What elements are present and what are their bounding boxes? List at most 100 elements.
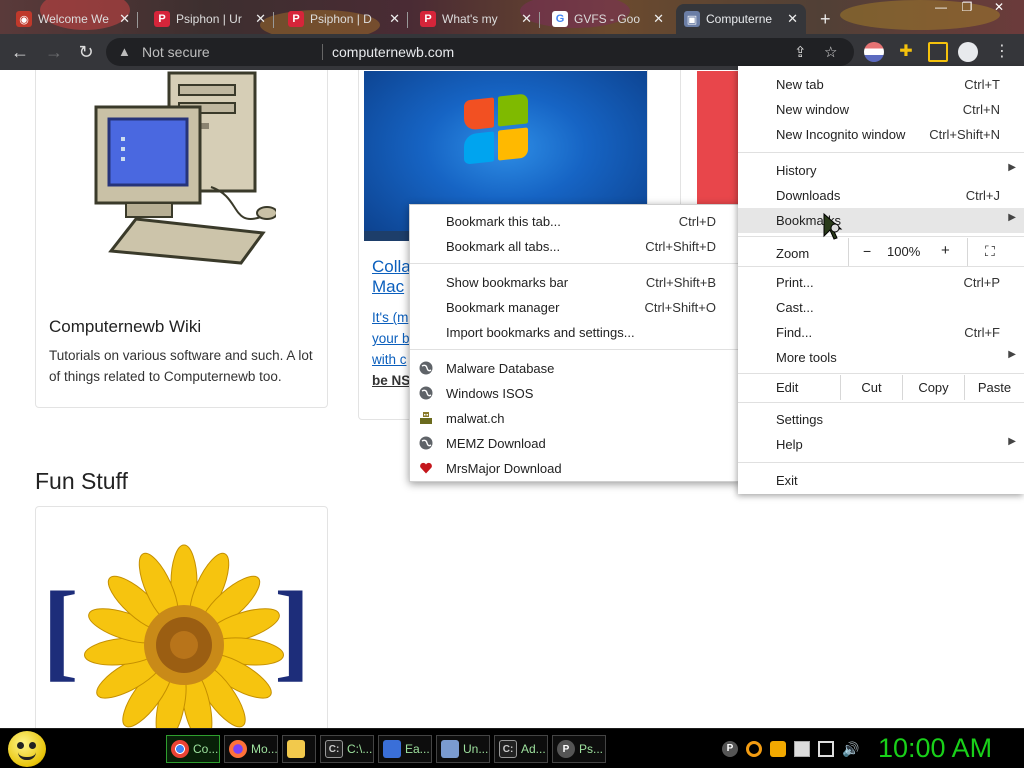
bookmark-this-tab[interactable]: Bookmark this tab... Ctrl+D xyxy=(410,209,740,234)
submenu-arrow-icon: ▶ xyxy=(1008,212,1016,223)
side-panel-icon[interactable] xyxy=(928,42,948,62)
taskbar-item-app[interactable]: Ea... xyxy=(378,735,432,763)
menu-bookmarks[interactable]: Bookmarks ▶ xyxy=(738,208,1024,233)
taskbar-item-firefox[interactable]: Mo... xyxy=(224,735,278,763)
shortcut-label: Ctrl+F xyxy=(964,325,1000,340)
reload-button[interactable]: ↻ xyxy=(74,40,98,64)
profile-avatar[interactable] xyxy=(958,42,978,62)
card-description-line[interactable]: your b xyxy=(372,328,410,349)
menu-item-label: History xyxy=(776,163,817,178)
tab-gvfs[interactable]: G GVFS - Goo ✕ xyxy=(544,4,672,34)
close-icon[interactable]: ✕ xyxy=(781,11,798,27)
import-bookmarks[interactable]: Import bookmarks and settings... xyxy=(410,320,740,345)
taskbar-clock[interactable]: 10:00 AM xyxy=(878,733,992,764)
show-bookmarks-bar[interactable]: Show bookmarks bar Ctrl+Shift+B xyxy=(410,270,740,295)
tab-welcome[interactable]: ◉ Welcome We ✕ xyxy=(8,4,138,34)
close-icon[interactable]: ✕ xyxy=(113,11,130,27)
app-tray-icon[interactable] xyxy=(770,741,786,757)
tab-psiphon-2[interactable]: P Psiphon | D ✕ xyxy=(280,4,408,34)
menu-settings[interactable]: Settings xyxy=(738,407,1024,432)
flag-tray-icon[interactable] xyxy=(794,741,810,757)
menu-new-window[interactable]: New window Ctrl+N xyxy=(738,97,1024,122)
taskbar-item-psiphon[interactable]: P Ps... xyxy=(552,735,606,763)
share-icon[interactable]: ⇪ xyxy=(794,43,807,61)
minimize-button[interactable]: — xyxy=(928,0,954,18)
zoom-in-button[interactable]: + xyxy=(941,242,950,259)
bookmark-label: Windows ISOS xyxy=(446,386,534,401)
close-icon[interactable]: ✕ xyxy=(249,11,266,27)
card-title[interactable]: Colla Mac xyxy=(372,257,411,297)
bookmark-all-tabs[interactable]: Bookmark all tabs... Ctrl+Shift+D xyxy=(410,234,740,259)
menu-new-incognito[interactable]: New Incognito window Ctrl+Shift+N xyxy=(738,122,1024,147)
zoom-level: 100% xyxy=(887,244,921,259)
star-icon[interactable]: ☆ xyxy=(824,43,837,61)
bookmark-item[interactable]: Windows ISOS xyxy=(410,381,740,406)
card-title[interactable]: Computernewb Wiki xyxy=(49,317,201,337)
bookmark-item[interactable]: MrsMajor Download xyxy=(410,456,740,481)
paste-button[interactable]: Paste xyxy=(964,375,1024,400)
bookmark-manager[interactable]: Bookmark manager Ctrl+Shift+O xyxy=(410,295,740,320)
url-text[interactable]: computernewb.com xyxy=(332,44,454,60)
taskbar-item-cmd[interactable]: C: C:\... xyxy=(320,735,374,763)
cut-button[interactable]: Cut xyxy=(840,375,902,400)
back-button[interactable]: ← xyxy=(8,40,32,64)
menu-more-tools[interactable]: More tools ▶ xyxy=(738,345,1024,370)
address-bar[interactable]: ▲ Not secure computernewb.com ⇪ ☆ xyxy=(106,38,854,66)
taskbar-item-admin-cmd[interactable]: C: Ad... xyxy=(494,735,548,763)
start-button[interactable] xyxy=(8,731,46,767)
taskbar-label: Ad... xyxy=(521,742,546,756)
puzzle-icon[interactable]: ✚ xyxy=(896,42,916,62)
menu-help[interactable]: Help ▶ xyxy=(738,432,1024,457)
menu-edit-row: Edit Cut Copy Paste xyxy=(738,375,1024,400)
extension-flag-icon[interactable] xyxy=(864,42,884,62)
menu-downloads[interactable]: Downloads Ctrl+J xyxy=(738,183,1024,208)
menu-find[interactable]: Find... Ctrl+F xyxy=(738,320,1024,345)
menu-item-label: Show bookmarks bar xyxy=(446,275,569,290)
card-description-line[interactable]: be NS xyxy=(372,370,410,391)
menu-history[interactable]: History ▶ xyxy=(738,158,1024,183)
bookmark-item[interactable]: Malware Database xyxy=(410,356,740,381)
shortcut-label: Ctrl+Shift+O xyxy=(644,300,716,315)
forward-button[interactable]: → xyxy=(42,40,66,64)
taskbar-item-folder[interactable] xyxy=(282,735,316,763)
taskbar-item-installer[interactable]: Un... xyxy=(436,735,490,763)
new-tab-button[interactable]: + xyxy=(812,4,840,34)
volume-tray-icon[interactable]: 🔊 xyxy=(842,741,859,757)
chrome-icon: ◉ xyxy=(16,11,32,27)
menu-print[interactable]: Print... Ctrl+P xyxy=(738,270,1024,295)
window-close-button[interactable]: ✕ xyxy=(986,0,1012,18)
warning-icon[interactable]: ▲ xyxy=(118,44,131,59)
shortcut-label: Ctrl+P xyxy=(963,275,1000,290)
zoom-out-button[interactable]: − xyxy=(863,243,871,259)
maximize-button[interactable]: ❐ xyxy=(954,0,980,18)
tab-computernewb[interactable]: ▣ Computerne ✕ xyxy=(676,4,806,34)
bookmark-item[interactable]: MEMZ Download xyxy=(410,431,740,456)
bookmark-item[interactable]: malwat.ch xyxy=(410,406,740,431)
psiphon-tray-icon[interactable]: P xyxy=(722,741,738,757)
taskbar-label: Mo... xyxy=(251,742,278,756)
fullscreen-icon[interactable]: ⛶ xyxy=(985,243,995,260)
menu-cast[interactable]: Cast... xyxy=(738,295,1024,320)
fun-stuff-card[interactable]: [ ] xyxy=(35,506,328,728)
taskbar-item-chrome[interactable]: Co... xyxy=(166,735,220,763)
folder-icon xyxy=(287,740,305,758)
card-description-line[interactable]: It's (m xyxy=(372,307,408,328)
tab-psiphon-1[interactable]: P Psiphon | Ur ✕ xyxy=(146,4,274,34)
shortcut-label: Ctrl+Shift+N xyxy=(929,127,1000,142)
tab-whats-my[interactable]: P What's my ✕ xyxy=(412,4,540,34)
network-tray-icon[interactable] xyxy=(818,741,834,757)
card-description-line[interactable]: with c xyxy=(372,349,407,370)
copy-button[interactable]: Copy xyxy=(902,375,964,400)
menu-exit[interactable]: Exit xyxy=(738,468,1024,493)
menu-new-tab[interactable]: New tab Ctrl+T xyxy=(738,72,1024,97)
submenu-arrow-icon: ▶ xyxy=(1008,162,1016,173)
close-icon[interactable]: ✕ xyxy=(647,11,664,27)
security-status[interactable]: Not secure xyxy=(142,44,210,60)
wiki-card[interactable]: Computernewb Wiki Tutorials on various s… xyxy=(35,70,328,408)
close-icon[interactable]: ✕ xyxy=(515,11,532,27)
menu-dots-icon[interactable]: ⋮ xyxy=(990,40,1014,64)
search-tray-icon[interactable] xyxy=(746,741,762,757)
menu-item-label: Bookmark all tabs... xyxy=(446,239,561,254)
close-icon[interactable]: ✕ xyxy=(383,11,400,27)
shortcut-label: Ctrl+N xyxy=(962,102,1000,117)
